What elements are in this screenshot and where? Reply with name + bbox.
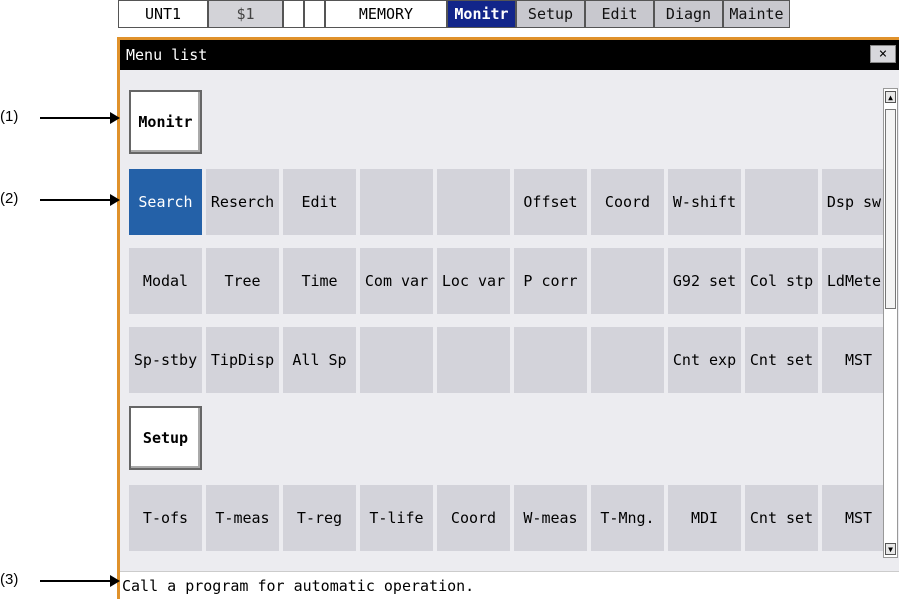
status-text: Call a program for automatic operation. — [122, 576, 475, 595]
menu-item-cnt-set[interactable]: Cnt set — [745, 485, 818, 551]
menu-item-w-meas[interactable]: W-meas — [514, 485, 587, 551]
menu-item-com-var[interactable]: Com var — [360, 248, 433, 314]
tab-unt1: UNT1 — [118, 0, 208, 28]
menu-item-t-reg[interactable]: T-reg — [283, 485, 356, 551]
menu-item-modal[interactable]: Modal — [129, 248, 202, 314]
menu-item-t-ofs[interactable]: T-ofs — [129, 485, 202, 551]
tab-edit[interactable]: Edit — [585, 0, 654, 28]
scroll-down-icon[interactable]: ▼ — [885, 543, 896, 555]
tab--1: $1 — [208, 0, 283, 28]
window-titlebar: Menu list × — [120, 40, 899, 70]
menu-item-loc-var[interactable]: Loc var — [437, 248, 510, 314]
callout-2: (2) — [0, 190, 120, 207]
vertical-scrollbar[interactable]: ▲ ▼ — [883, 88, 898, 558]
menu-item-time[interactable]: Time — [283, 248, 356, 314]
close-button[interactable]: × — [870, 45, 896, 63]
scroll-thumb[interactable] — [885, 109, 896, 309]
tab-memory: MEMORY — [325, 0, 447, 28]
status-message: Call a program for automatic operation. — [120, 571, 899, 599]
menu-item-edit[interactable]: Edit — [283, 169, 356, 235]
menu-item-w-shift[interactable]: W-shift — [668, 169, 741, 235]
tab-monitr[interactable]: Monitr — [447, 0, 516, 28]
callout-3-label: (3) — [0, 571, 19, 588]
menu-item-offset[interactable]: Offset — [514, 169, 587, 235]
menu-item-empty — [514, 327, 587, 393]
menu-item-col-stp[interactable]: Col stp — [745, 248, 818, 314]
menu-item-coord[interactable]: Coord — [591, 169, 664, 235]
menu-item-g92-set[interactable]: G92 set — [668, 248, 741, 314]
menu-list-window: Menu list × Monitr Search Reserch Edit Offse… — [117, 37, 899, 599]
menu-item-empty — [437, 327, 510, 393]
menu-item-cnt-set[interactable]: Cnt set — [745, 327, 818, 393]
tab-blank-2 — [283, 0, 304, 28]
menu-item-p-corr[interactable]: P corr — [514, 248, 587, 314]
menu-item-coord[interactable]: Coord — [437, 485, 510, 551]
menu-item-cnt-exp[interactable]: Cnt exp — [668, 327, 741, 393]
tab-diagn[interactable]: Diagn — [654, 0, 723, 28]
menu-item-empty — [360, 327, 433, 393]
menu-item-empty — [591, 248, 664, 314]
menu-item-all-sp[interactable]: All Sp — [283, 327, 356, 393]
menu-item-empty — [360, 169, 433, 235]
menu-item-empty — [591, 327, 664, 393]
menu-item-sp-stby[interactable]: Sp-stby — [129, 327, 202, 393]
scroll-up-icon[interactable]: ▲ — [885, 91, 896, 103]
callout-3: (3) — [0, 571, 120, 588]
menu-item-empty — [745, 169, 818, 235]
tab-setup[interactable]: Setup — [516, 0, 585, 28]
section-button-monitr[interactable]: Monitr — [129, 90, 202, 154]
menu-item-t-life[interactable]: T-life — [360, 485, 433, 551]
menu-item-tree[interactable]: Tree — [206, 248, 279, 314]
section-button-setup[interactable]: Setup — [129, 406, 202, 470]
tab-blank-3 — [304, 0, 325, 28]
menu-item-empty — [437, 169, 510, 235]
menu-grid: Monitr Search Reserch Edit Offset Coord W-shif… — [129, 88, 895, 558]
menu-item-t-mng[interactable]: T-Mng. — [591, 485, 664, 551]
callout-1-label: (1) — [0, 108, 19, 125]
function-tabs: UNT1 $1 MEMORY Monitr Setup Edit Diagn Mainte — [118, 0, 899, 30]
callout-2-label: (2) — [0, 190, 19, 207]
window-title: Menu list — [126, 46, 208, 64]
menu-item-reserch[interactable]: Reserch — [206, 169, 279, 235]
menu-item-tipdisp[interactable]: TipDisp — [206, 327, 279, 393]
menu-item-t-meas[interactable]: T-meas — [206, 485, 279, 551]
menu-item-mdi[interactable]: MDI — [668, 485, 741, 551]
tab-mainte[interactable]: Mainte — [723, 0, 790, 28]
menu-item-search[interactable]: Search — [129, 169, 202, 235]
callout-1: (1) — [0, 108, 120, 125]
